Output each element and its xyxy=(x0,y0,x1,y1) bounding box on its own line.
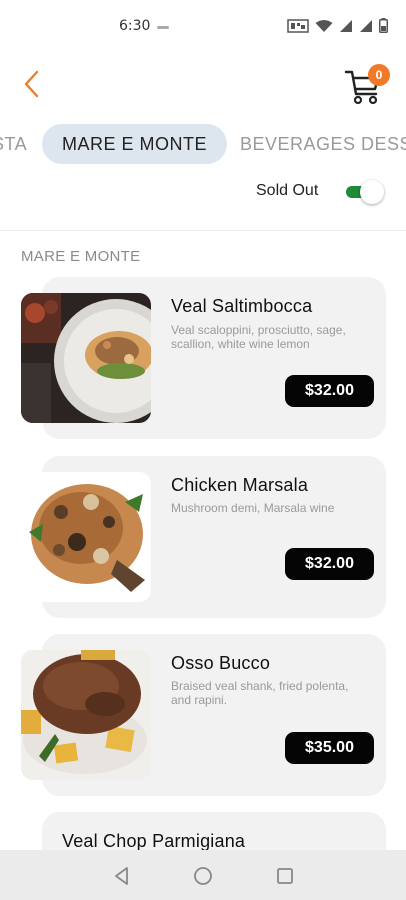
toggle-knob xyxy=(360,180,384,204)
cart-count-badge: 0 xyxy=(368,64,390,86)
status-time: 6:30 xyxy=(119,18,151,34)
status-dots-icon xyxy=(157,26,169,29)
section-title: MARE E MONTE xyxy=(21,248,141,265)
menu-item-name: Chicken Marsala xyxy=(171,475,309,495)
system-nav-bar xyxy=(0,850,406,900)
menu-item-description: Braised veal shank, fried polenta, and r… xyxy=(171,679,349,707)
menu-item-description: Veal scaloppini, prosciutto, sage, scall… xyxy=(171,323,346,351)
menu-item-name: Veal Chop Parmigiana xyxy=(62,831,246,851)
status-bar: 6:30 xyxy=(0,0,406,52)
category-tabs: STA MARE E MONTE BEVERAGES DESS xyxy=(0,124,406,164)
divider xyxy=(0,230,406,231)
tab-beverages[interactable]: BEVERAGES xyxy=(240,124,356,164)
menu-item-name: Osso Bucco xyxy=(171,653,271,673)
nav-back-icon[interactable] xyxy=(110,864,134,888)
data-saver-icon xyxy=(287,18,309,33)
sold-out-label: Sold Out xyxy=(256,182,319,199)
menu-item-name: Veal Saltimbocca xyxy=(171,296,313,316)
back-button[interactable] xyxy=(16,66,48,102)
menu-item-image[interactable] xyxy=(21,650,151,780)
tab-desserts[interactable]: DESS xyxy=(361,124,406,164)
signal-2-icon xyxy=(360,19,372,32)
price-button[interactable]: $32.00 xyxy=(285,548,374,580)
menu-item-image[interactable] xyxy=(21,293,151,423)
chevron-left-icon xyxy=(24,70,39,98)
price-button[interactable]: $32.00 xyxy=(285,375,374,407)
menu-item-description: Mushroom demi, Marsala wine xyxy=(171,501,335,515)
battery-icon xyxy=(379,18,388,33)
tab-mare-e-monte[interactable]: MARE E MONTE xyxy=(42,124,228,164)
menu-item-image[interactable] xyxy=(21,472,151,602)
nav-home-icon[interactable] xyxy=(191,864,215,888)
wifi-icon xyxy=(315,19,333,32)
cart-button[interactable]: 0 xyxy=(340,62,392,106)
status-icons xyxy=(287,18,388,33)
price-button[interactable]: $35.00 xyxy=(285,732,374,764)
signal-icon xyxy=(340,19,352,32)
tab-pasta[interactable]: STA xyxy=(0,124,27,164)
nav-recents-icon[interactable] xyxy=(273,864,297,888)
sold-out-toggle[interactable] xyxy=(346,180,384,204)
